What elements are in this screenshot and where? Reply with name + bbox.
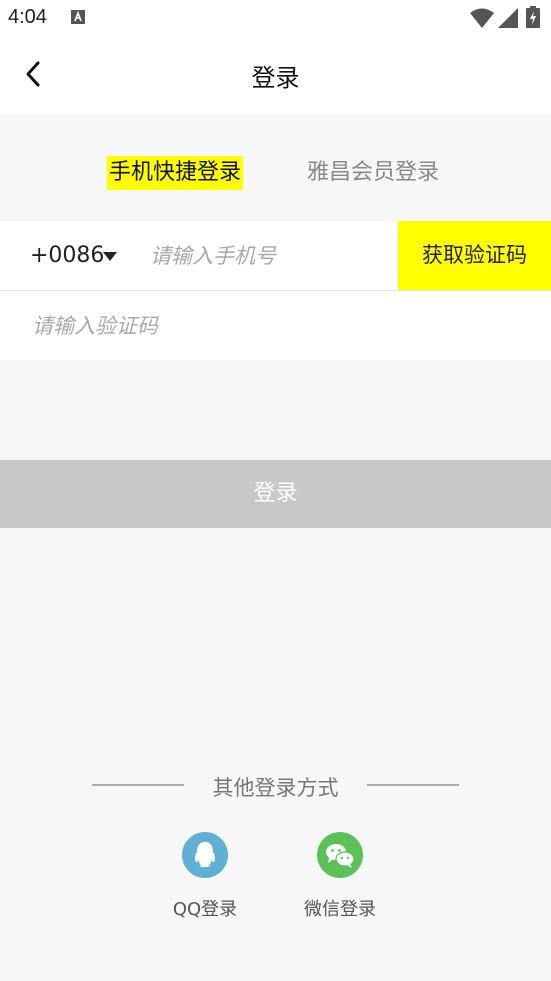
notification-a-icon bbox=[71, 10, 85, 24]
battery-charging-icon bbox=[526, 6, 540, 28]
app-header: 登录 bbox=[0, 36, 551, 114]
country-code-selector[interactable]: +0086 bbox=[30, 243, 104, 268]
verification-code-input[interactable] bbox=[30, 305, 514, 347]
dropdown-arrow-icon[interactable] bbox=[103, 252, 117, 261]
wechat-login-label: 微信登录 bbox=[304, 899, 376, 920]
status-bar: 4:04 bbox=[0, 0, 551, 36]
status-time: 4:04 bbox=[8, 6, 47, 28]
phone-number-input[interactable] bbox=[148, 235, 392, 277]
wechat-login-button[interactable]: 微信登录 bbox=[285, 832, 395, 921]
tab-member-login[interactable]: 雅昌会员登录 bbox=[305, 156, 441, 190]
qq-login-button[interactable]: QQ登录 bbox=[150, 832, 260, 921]
page-title: 登录 bbox=[251, 64, 300, 92]
phone-row: +0086 获取验证码 bbox=[0, 221, 551, 291]
signal-icon bbox=[498, 8, 518, 28]
tab-quick-phone-login[interactable]: 手机快捷登录 bbox=[107, 156, 244, 190]
qq-login-label: QQ登录 bbox=[172, 899, 238, 920]
login-button[interactable]: 登录 bbox=[0, 460, 551, 528]
other-login-title: 其他登录方式 bbox=[212, 776, 339, 800]
qq-icon[interactable] bbox=[182, 832, 228, 878]
wechat-icon[interactable] bbox=[317, 832, 363, 878]
code-row bbox=[0, 291, 551, 360]
wifi-icon bbox=[470, 8, 494, 28]
login-tabs: 手机快捷登录 雅昌会员登录 bbox=[0, 156, 551, 196]
other-login-divider: 其他登录方式 bbox=[0, 770, 551, 800]
divider-line-right bbox=[367, 784, 459, 786]
get-verification-code-button[interactable]: 获取验证码 bbox=[398, 221, 551, 290]
